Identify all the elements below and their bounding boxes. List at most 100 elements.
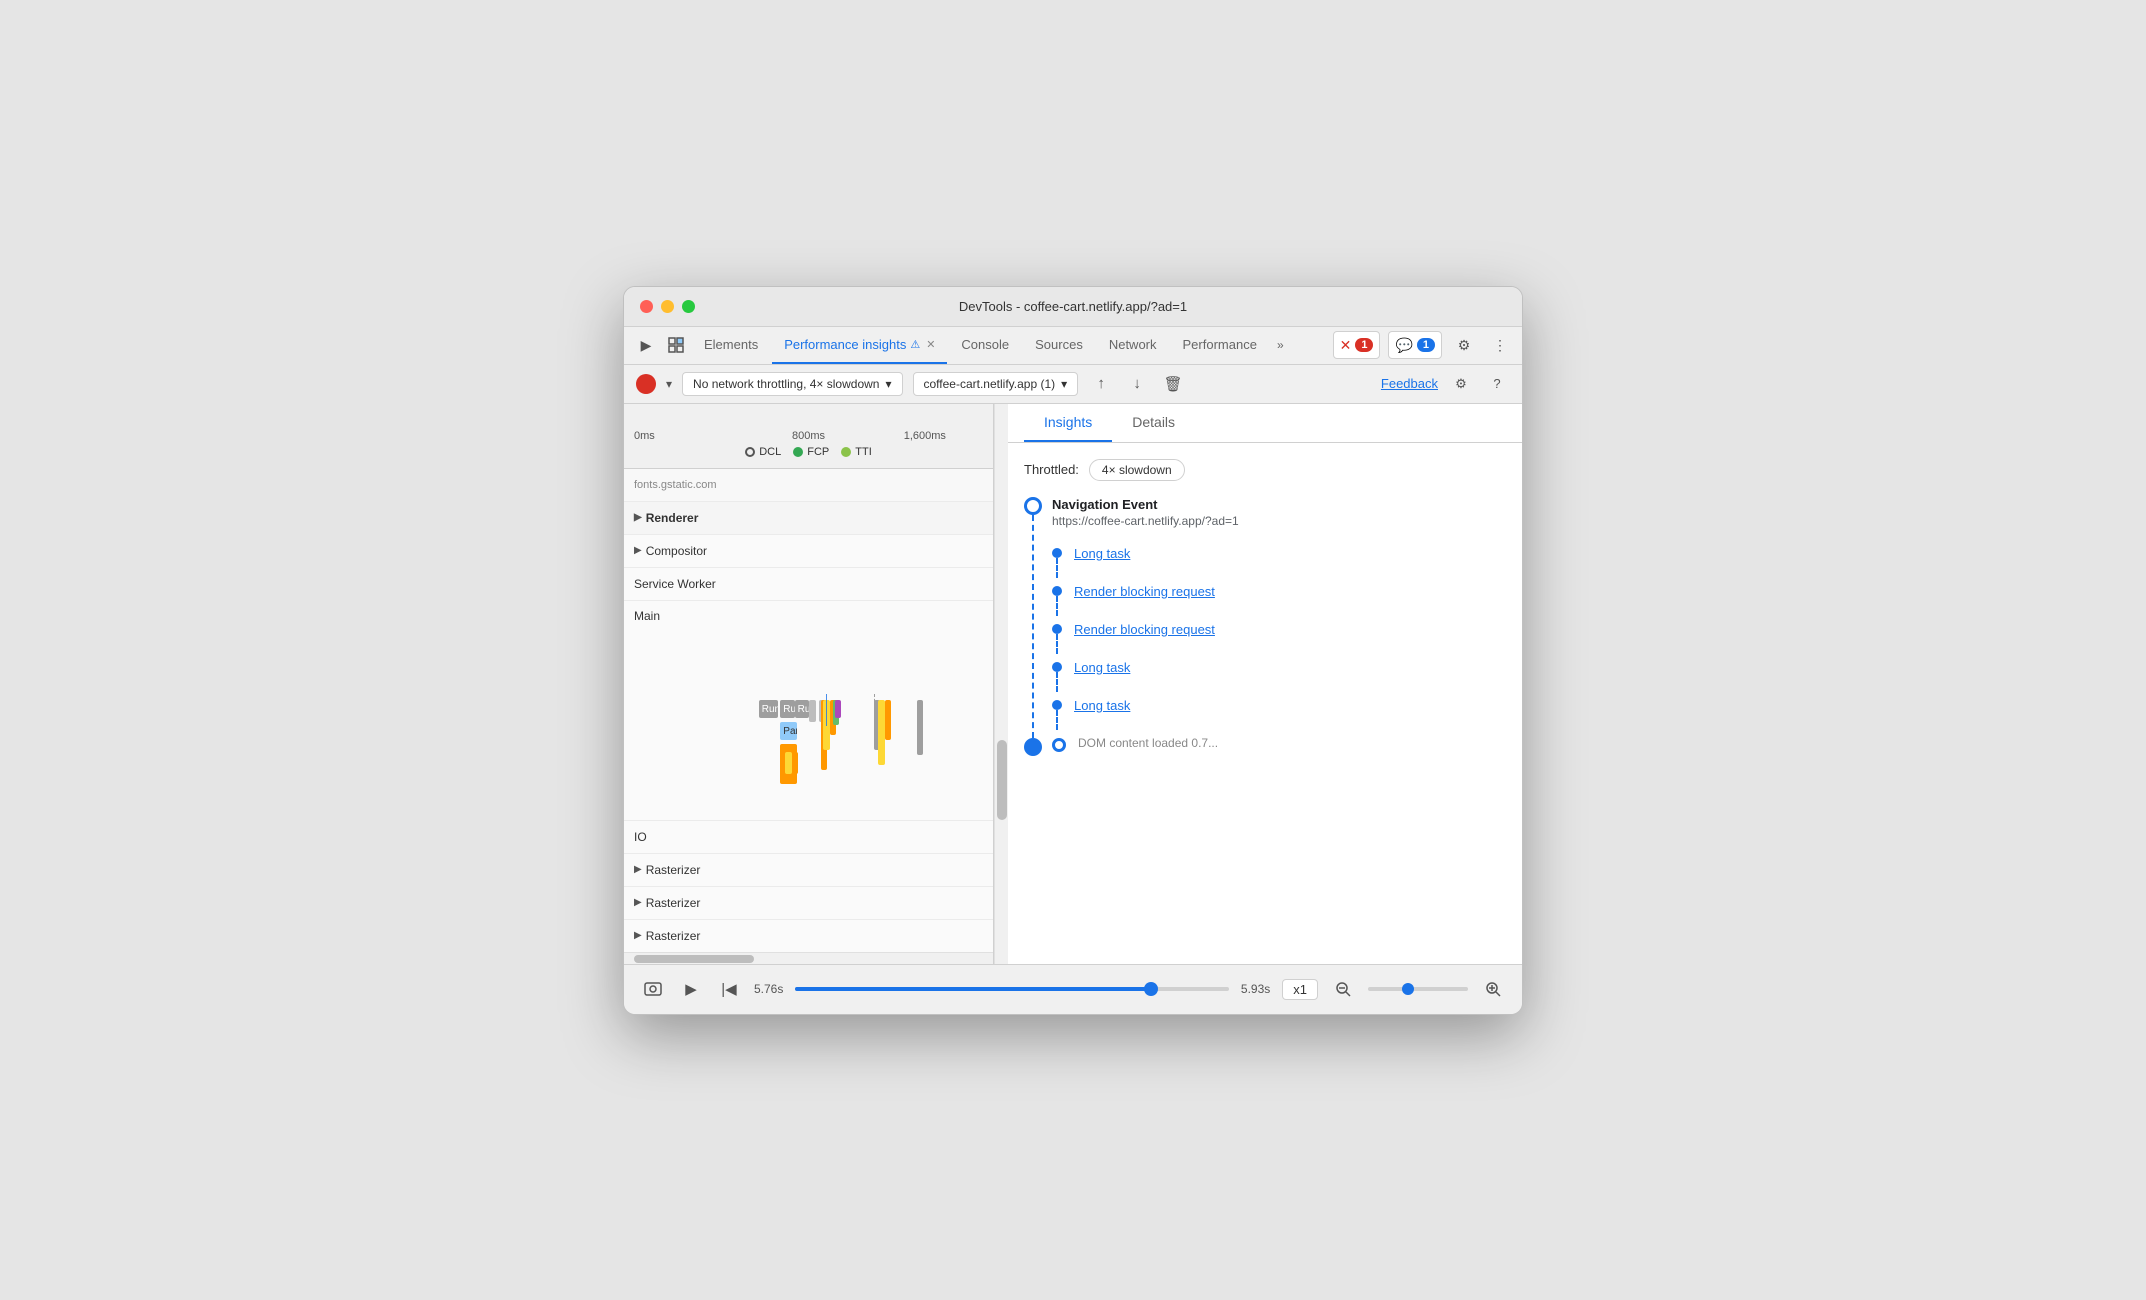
first-frame-icon[interactable]: |◀ <box>716 976 742 1002</box>
zoom-thumb[interactable] <box>1402 983 1414 995</box>
track-content-renderer[interactable] <box>754 502 993 534</box>
h-scrollbar-thumb[interactable] <box>634 955 754 963</box>
download-icon[interactable]: ↓ <box>1124 371 1150 397</box>
track-content-rasterizer-2[interactable] <box>754 887 993 919</box>
track-content-main[interactable]: Run... Ru... Ru... Par... <box>754 694 993 726</box>
insight-link-long-task-3[interactable]: Long task <box>1074 696 1130 726</box>
task-run-3[interactable]: Ru... <box>795 700 809 718</box>
task-right-2[interactable] <box>878 700 885 765</box>
task-gray-1[interactable] <box>809 700 816 722</box>
track-content-service-worker[interactable] <box>754 568 993 600</box>
tab-insights[interactable]: Insights <box>1024 404 1112 442</box>
timeline-markers: DCL FCP TTI <box>624 442 993 462</box>
timeline-panel: 0ms 800ms 1,600ms DCL FCP TTI <box>624 404 994 964</box>
v-scrollbar[interactable] <box>994 404 1008 964</box>
insight-link-render-blocking-1[interactable]: Render blocking request <box>1074 582 1215 612</box>
minimize-button[interactable] <box>661 300 674 313</box>
error-badge[interactable]: ✕ 1 <box>1333 331 1381 359</box>
insight-link-long-task-1[interactable]: Long task <box>1074 544 1130 574</box>
record-dropdown-button[interactable]: ▾ <box>666 377 672 391</box>
task-far-1[interactable] <box>917 700 923 755</box>
tab-sources[interactable]: Sources <box>1023 326 1095 364</box>
devtools-window: DevTools - coffee-cart.netlify.app/?ad=1… <box>623 286 1523 1015</box>
task-mid-5[interactable] <box>835 700 841 718</box>
track-content-compositor[interactable] <box>754 535 993 567</box>
more-options-icon[interactable]: ⋮ <box>1486 331 1514 359</box>
h-scrollbar[interactable] <box>624 952 993 964</box>
task-right-3[interactable] <box>885 700 891 740</box>
renderer-expand-icon[interactable]: ▶ <box>634 512 642 523</box>
insight-link-long-task-2[interactable]: Long task <box>1074 658 1130 688</box>
track-content-io[interactable] <box>754 821 993 853</box>
delete-icon[interactable]: 🗑 <box>1160 371 1186 397</box>
message-badge[interactable]: 💬 1 <box>1388 331 1442 359</box>
insight-line-4 <box>1056 672 1058 692</box>
cursor-icon[interactable]: ▶ <box>632 331 660 359</box>
track-content-rasterizer-3[interactable] <box>754 920 993 952</box>
track-content-fonts[interactable] <box>754 469 993 501</box>
play-icon[interactable]: ▶ <box>678 976 704 1002</box>
title-bar: DevTools - coffee-cart.netlify.app/?ad=1 <box>624 287 1522 327</box>
speed-badge[interactable]: x1 <box>1282 979 1318 1000</box>
feedback-link[interactable]: Feedback <box>1381 376 1438 391</box>
tab-console[interactable]: Console <box>949 326 1021 364</box>
rasterizer-1-expand-icon[interactable]: ▶ <box>634 864 642 875</box>
upload-icon[interactable]: ↑ <box>1088 371 1114 397</box>
track-label-rasterizer-2: ▶ Rasterizer <box>624 896 754 910</box>
tab-details[interactable]: Details <box>1112 404 1195 442</box>
progress-thumb[interactable] <box>1144 982 1158 996</box>
insight-item-dom-content: DOM content loaded 0.7... <box>1052 734 1506 752</box>
rasterizer-2-expand-icon[interactable]: ▶ <box>634 897 642 908</box>
tab-close-icon[interactable]: ✕ <box>926 338 935 351</box>
end-time: 5.93s <box>1241 982 1270 996</box>
track-row-rasterizer-3: ▶ Rasterizer <box>624 920 993 952</box>
settings-gear-icon[interactable]: ⚙ <box>1448 371 1474 397</box>
screenshot-icon[interactable] <box>640 976 666 1002</box>
start-time: 5.76s <box>754 982 783 996</box>
task-mid-2[interactable] <box>823 700 830 750</box>
track-row-renderer: ▶ Renderer <box>624 502 993 535</box>
throttle-dropdown[interactable]: No network throttling, 4× slowdown ▾ <box>682 372 902 396</box>
more-tabs-button[interactable]: » <box>1271 338 1290 352</box>
maximize-button[interactable] <box>682 300 695 313</box>
track-row-io: IO <box>624 821 993 854</box>
track-row-rasterizer-1: ▶ Rasterizer <box>624 854 993 887</box>
task-run-1[interactable]: Run... <box>759 700 778 718</box>
insight-dot-col-4 <box>1052 658 1062 692</box>
progress-track[interactable] <box>795 987 1229 991</box>
help-icon[interactable]: ? <box>1484 371 1510 397</box>
track-content-rasterizer-1[interactable] <box>754 854 993 886</box>
nav-event-title: Navigation Event <box>1052 497 1506 512</box>
close-button[interactable] <box>640 300 653 313</box>
zoom-track[interactable] <box>1368 987 1468 991</box>
task-orange-2[interactable] <box>792 752 798 774</box>
tab-performance[interactable]: Performance <box>1171 326 1269 364</box>
tab-elements[interactable]: Elements <box>692 326 770 364</box>
track-label-main: Main <box>624 601 754 623</box>
settings-icon[interactable]: ⚙ <box>1450 331 1478 359</box>
zoom-out-icon[interactable] <box>1330 976 1356 1002</box>
insight-item-long-task-1: Long task <box>1052 544 1506 578</box>
task-run-2[interactable]: Ru... <box>780 700 794 718</box>
rasterizer-3-expand-icon[interactable]: ▶ <box>634 930 642 941</box>
bottom-bar: ▶ |◀ 5.76s 5.93s x1 <box>624 964 1522 1014</box>
task-parse[interactable]: Par... <box>780 722 797 740</box>
tab-network[interactable]: Network <box>1097 326 1169 364</box>
zoom-in-icon[interactable] <box>1480 976 1506 1002</box>
insight-link-render-blocking-2[interactable]: Render blocking request <box>1074 620 1215 650</box>
insight-dot-col-1 <box>1052 544 1062 578</box>
insight-dot-col-3 <box>1052 620 1062 654</box>
v-scrollbar-thumb[interactable] <box>997 740 1007 820</box>
insight-dot-3 <box>1052 624 1062 634</box>
inspect-icon[interactable] <box>662 331 690 359</box>
record-button[interactable] <box>636 374 656 394</box>
insight-dot-6 <box>1052 738 1066 752</box>
tab-performance-insights[interactable]: Performance insights ⚠ ✕ <box>772 326 947 364</box>
dcl-marker: DCL <box>745 446 781 458</box>
track-label-compositor: ▶ Compositor <box>624 544 754 558</box>
tab-bar: ▶ Elements Performance insights ⚠ ✕ Cons… <box>624 327 1522 365</box>
action-bar: ▾ No network throttling, 4× slowdown ▾ c… <box>624 365 1522 404</box>
task-yellow-1[interactable] <box>785 752 792 774</box>
target-dropdown[interactable]: coffee-cart.netlify.app (1) ▾ <box>913 372 1079 396</box>
compositor-expand-icon[interactable]: ▶ <box>634 545 642 556</box>
